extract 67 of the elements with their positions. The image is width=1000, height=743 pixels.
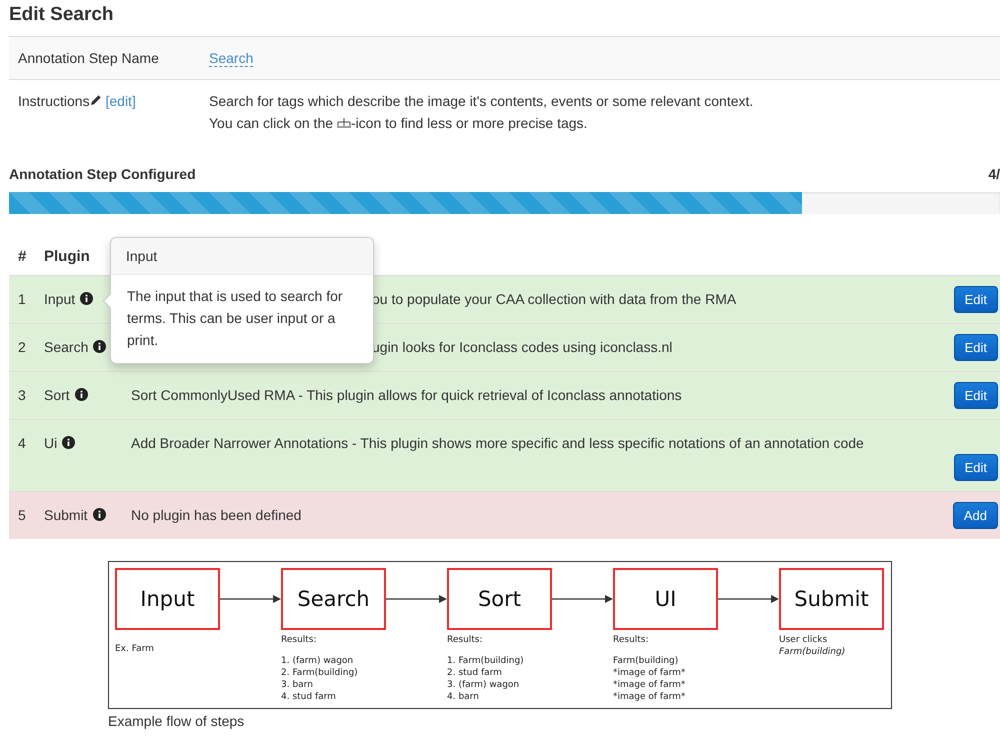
- step-name-value[interactable]: Search: [209, 50, 254, 67]
- step-note: *image of farm*: [613, 680, 686, 690]
- row-number: 2: [18, 338, 27, 357]
- step-box: UI: [613, 568, 718, 630]
- step-box: Search: [281, 568, 386, 630]
- step-note: 4. barn: [447, 692, 480, 702]
- step-note: 2. Farm(building): [281, 668, 359, 678]
- step-note: 3. barn: [281, 680, 314, 690]
- field-label: Annotation Step Name: [18, 49, 160, 68]
- plugin-name: Input: [44, 291, 76, 307]
- edit-button[interactable]: Edit: [954, 334, 998, 361]
- plugin-name: Sort: [44, 387, 70, 403]
- add-button[interactable]: Add: [952, 502, 998, 529]
- page-title: Edit Search: [9, 4, 115, 26]
- step-note: Farm(building): [779, 647, 846, 657]
- row-number: 5: [18, 506, 27, 525]
- info-icon[interactable]: [74, 388, 88, 401]
- instructions-text: You can click on the: [209, 115, 334, 131]
- plugin-description: No plugin has been defined: [131, 506, 302, 525]
- arrow-icon: [220, 594, 281, 604]
- instructions-text: -icon to find less or more precise tags.: [350, 115, 588, 131]
- info-icon[interactable]: [93, 340, 106, 353]
- row-number: 4: [18, 434, 27, 453]
- step-box: Input: [115, 568, 220, 630]
- column-header: #: [18, 248, 28, 265]
- plugin-name: Ui: [44, 435, 58, 451]
- tooltip-title: Input: [111, 238, 373, 275]
- pencil-icon: [90, 94, 102, 106]
- info-icon[interactable]: [62, 436, 76, 449]
- info-icon[interactable]: [80, 292, 94, 305]
- step-note: 1. Farm(building): [447, 656, 525, 666]
- step-note: Results:: [281, 635, 318, 645]
- step-note: Results:: [613, 635, 650, 645]
- step-note: 2. stud farm: [447, 668, 503, 678]
- tooltip-text: The input that is used to search for terms. This can be user input or a print.: [126, 287, 344, 350]
- progress-label: Annotation Step Configured: [9, 166, 196, 182]
- arrow-icon: [386, 594, 447, 604]
- step-box: Submit: [779, 568, 884, 630]
- plugin-description: Add Broader Narrower Annotations - This plugin shows more specific and less specific notations of an annotation code: [131, 434, 864, 453]
- step-note: User clicks: [779, 635, 828, 645]
- row-number: 3: [18, 386, 27, 405]
- progress-count: 4/: [988, 166, 1000, 182]
- edit-button[interactable]: Edit: [954, 454, 998, 481]
- edit-button[interactable]: Edit: [954, 382, 998, 409]
- step-note: Results:: [447, 635, 484, 645]
- arrow-icon: [718, 594, 779, 604]
- step-note: Ex. Farm: [115, 644, 155, 654]
- edit-button[interactable]: Edit: [954, 286, 998, 313]
- step-note: 4. stud farm: [281, 692, 337, 702]
- step-note: 1. (farm) wagon: [281, 656, 354, 666]
- edit-link[interactable]: [edit]: [105, 93, 136, 109]
- step-box: Sort: [447, 568, 552, 630]
- column-header: Plugin: [44, 248, 90, 265]
- plugin-name: Search: [44, 339, 88, 355]
- step-note: Farm(building): [613, 656, 680, 666]
- info-icon[interactable]: [92, 508, 106, 521]
- field-label: Instructions: [18, 93, 90, 109]
- step-note: *image of farm*: [613, 668, 686, 678]
- step-note: 3. (farm) wagon: [447, 680, 520, 690]
- plugin-description: Sort CommonlyUsed RMA - This plugin allows for quick retrieval of Iconclass annotations: [131, 386, 682, 405]
- plugin-name: Submit: [44, 507, 88, 523]
- instructions-text: Search for tags which describe the image it's contents, events or some relevant context.: [209, 92, 754, 111]
- figure-caption: Example flow of steps: [108, 713, 246, 729]
- row-number: 1: [18, 290, 27, 309]
- arrow-icon: [552, 594, 613, 604]
- hierarchy-icon: [336, 117, 351, 130]
- step-note: *image of farm*: [613, 692, 686, 702]
